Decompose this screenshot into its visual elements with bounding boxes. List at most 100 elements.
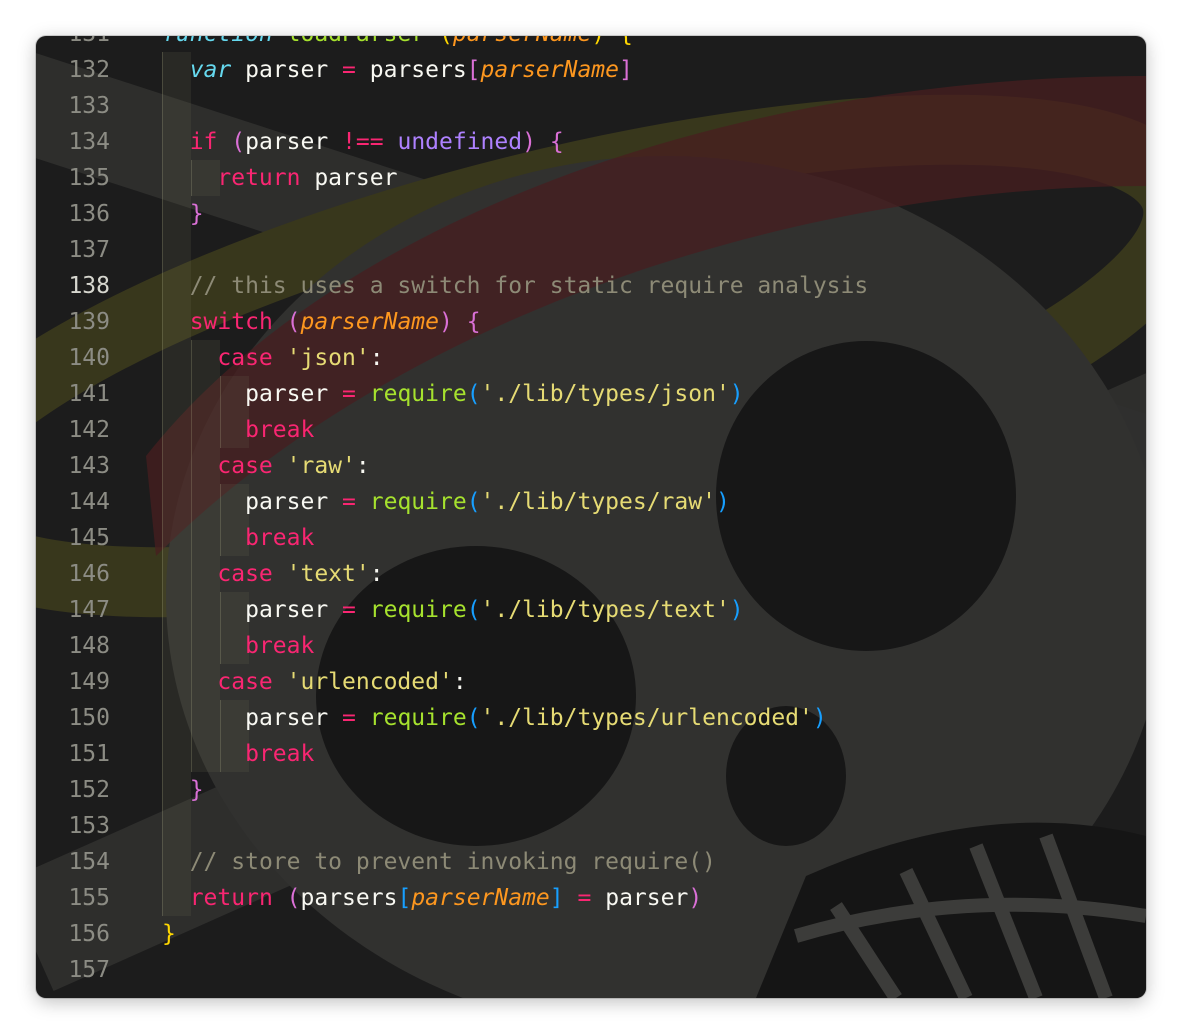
code-token: ( [466,705,481,731]
code-token: require [369,381,467,407]
code-line[interactable]: 146 case 'text': [36,556,1146,592]
line-number: 146 [68,561,110,587]
code-token: 'text' [286,561,370,587]
line-number: 154 [68,849,110,875]
code-token: parsers [355,57,467,83]
code-token: ] [619,57,633,83]
code-line[interactable]: 142 break [36,412,1146,448]
code-line[interactable]: 145 break [36,520,1146,556]
code-token: = [342,597,356,623]
code-token: break [245,525,315,551]
code-token: parsers [300,885,398,911]
code-token: ) [729,381,744,407]
code-text: case 'json': [162,340,384,376]
code-text: break [162,412,314,448]
line-number: 150 [68,705,110,731]
code-line[interactable]: 157 [36,952,1146,988]
code-token: : [452,669,467,695]
code-token: ) [729,597,744,623]
code-line[interactable]: 139 switch (parserName) { [36,304,1146,340]
code-token: parser [245,489,343,515]
code-line[interactable]: 155 return (parsers[parserName] = parser… [36,880,1146,916]
code-line[interactable]: 136 } [36,196,1146,232]
code-line[interactable]: 140 case 'json': [36,340,1146,376]
code-line[interactable]: 153 [36,808,1146,844]
code-token: function [162,36,273,47]
line-number: 136 [68,201,110,227]
code-line[interactable]: 150 parser = require('./lib/types/urlenc… [36,700,1146,736]
code-line[interactable]: 156} [36,916,1146,952]
code-token: ( [286,885,301,911]
code-token: // store to prevent invoking require() [189,849,716,875]
line-number: 145 [68,525,110,551]
code-line[interactable]: 143 case 'raw': [36,448,1146,484]
code-text: return (parsers[parserName] = parser) [162,880,702,916]
code-token: 'urlencoded' [286,669,453,695]
code-line[interactable]: 133 [36,88,1146,124]
line-number: 148 [68,633,110,659]
code-line[interactable]: 135 return parser [36,160,1146,196]
code-line[interactable]: 138 // this uses a switch for static req… [36,268,1146,304]
code-token: : [369,561,384,587]
line-number: 141 [68,381,110,407]
code-text: } [162,196,204,232]
code-line[interactable]: 148 break [36,628,1146,664]
code-text: } [162,916,176,952]
code-line[interactable]: 144 parser = require('./lib/types/raw') [36,484,1146,520]
code-token: ) [812,705,827,731]
line-number: 135 [68,165,110,191]
code-token: : [369,345,384,371]
code-line[interactable]: 152 } [36,772,1146,808]
code-token: // this uses a switch for static require… [189,273,869,299]
code-token: loadParser [287,36,425,47]
code-line[interactable]: 134 if (parser !== undefined) { [36,124,1146,160]
code-token: var [189,57,232,83]
line-number: 156 [68,921,110,947]
code-token: require [369,705,467,731]
line-number: 140 [68,345,110,371]
code-token: ) [688,885,703,911]
code-line[interactable]: 141 parser = require('./lib/types/json') [36,376,1146,412]
line-number: 132 [68,57,110,83]
line-number: 153 [68,813,110,839]
code-token: parserName [300,309,439,335]
code-text: switch (parserName) { [162,304,481,340]
code-token: parserName [480,57,620,83]
code-line[interactable]: 154 // store to prevent invoking require… [36,844,1146,880]
code-token: : [355,453,370,479]
code-text: // store to prevent invoking require() [162,844,716,880]
code-text: function loadParser (parserName) { [162,36,633,52]
code-text: // this uses a switch for static require… [162,268,869,304]
line-number: 155 [68,885,110,911]
code-text: parser = require('./lib/types/raw') [162,484,730,520]
code-line[interactable]: 131 function loadParser (parserName) { [36,36,1146,52]
code-token: switch [189,309,273,335]
code-line[interactable]: 137 [36,232,1146,268]
code-text: break [162,628,314,664]
code-token: !== [342,129,384,155]
code-editor-window: 131function loadParser (parserName) {132… [36,36,1146,998]
code-token: { [619,36,633,47]
code-token: './lib/types/json' [480,381,730,407]
code-line[interactable]: 149 case 'urlencoded': [36,664,1146,700]
code-text: return parser [162,160,397,196]
code-line[interactable]: 147 parser = require('./lib/types/text') [36,592,1146,628]
line-number: 151 [68,741,110,767]
code-line[interactable]: 132 var parser = parsers[parserName] [36,52,1146,88]
code-token: } [189,201,204,227]
code-text: parser = require('./lib/types/urlencoded… [162,700,827,736]
code-line[interactable]: 151 break [36,736,1146,772]
code-token: break [245,633,315,659]
code-editor[interactable]: 131function loadParser (parserName) {132… [36,36,1146,988]
